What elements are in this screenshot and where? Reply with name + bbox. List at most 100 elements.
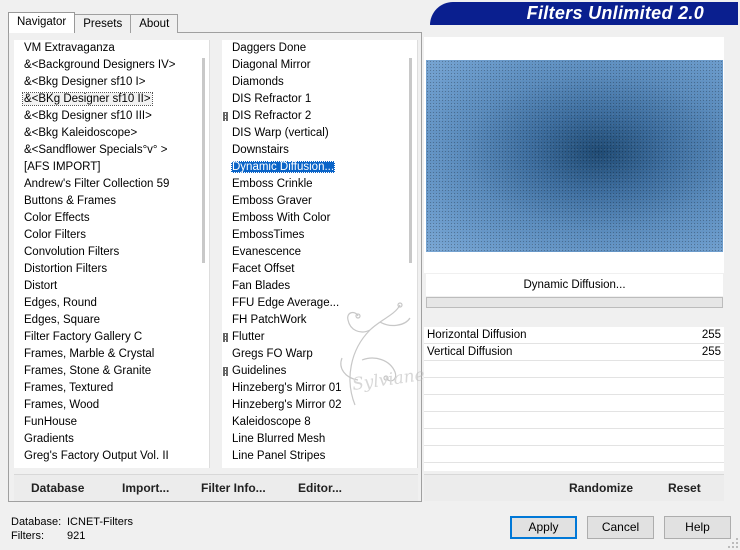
parameter-row	[424, 361, 724, 378]
watermark: Sylviane	[300, 300, 460, 420]
status-filters: Filters: 921	[11, 530, 85, 542]
filter-item[interactable]: Fan Blades	[222, 278, 417, 295]
filter-item[interactable]: Downstairs	[222, 142, 417, 159]
filter-item[interactable]: Evanescence	[222, 244, 417, 261]
category-item[interactable]: &<Bkg Kaleidoscope>	[14, 125, 209, 142]
filter-info-button[interactable]: Filter Info...	[201, 481, 266, 495]
import-button[interactable]: Import...	[122, 481, 169, 495]
category-item[interactable]: Color Filters	[14, 227, 209, 244]
parameter-row	[424, 429, 724, 446]
tab-navigator[interactable]: Navigator	[8, 12, 76, 33]
filter-item-label: Daggers Done	[232, 42, 307, 54]
filter-item[interactable]: Diamonds	[222, 74, 417, 91]
filter-item[interactable]: Daggers Done	[222, 40, 417, 57]
parameter-row[interactable]: Horizontal Diffusion 255	[424, 327, 724, 344]
category-scrollbar[interactable]	[202, 58, 205, 263]
filter-item-label: Evanescence	[232, 246, 302, 258]
category-item-label: VM Extravaganza	[24, 42, 115, 54]
category-item[interactable]: &<Background Designers IV>	[14, 57, 209, 74]
filters-label: Filters:	[11, 530, 44, 542]
category-item[interactable]: [AFS IMPORT]	[14, 159, 209, 176]
category-item[interactable]: &<Bkg Designer sf10 I>	[14, 74, 209, 91]
category-item[interactable]: Gradients	[14, 431, 209, 448]
category-item[interactable]: Greg's Factory Output Vol. II	[14, 448, 209, 465]
status-database: Database: ICNET-Filters	[11, 516, 133, 528]
filter-item-label: DIS Refractor 1	[232, 93, 312, 105]
category-item[interactable]: &<Bkg Designer sf10 III>	[14, 108, 209, 125]
filter-item[interactable]: Dynamic Diffusion...	[222, 159, 417, 176]
category-item[interactable]: FunHouse	[14, 414, 209, 431]
category-item-label: Filter Factory Gallery C	[24, 331, 143, 343]
category-item-label: Frames, Stone & Granite	[24, 365, 152, 377]
category-item-label: &<BKg Designer sf10 II>	[22, 92, 153, 106]
category-item[interactable]: Frames, Marble & Crystal	[14, 346, 209, 363]
category-list[interactable]: VM Extravaganza &<Background Designers IV…	[14, 40, 210, 468]
category-item[interactable]: Edges, Round	[14, 295, 209, 312]
category-item[interactable]: Frames, Wood	[14, 397, 209, 414]
database-button[interactable]: Database	[31, 481, 84, 495]
filter-item[interactable]: Emboss Crinkle	[222, 176, 417, 193]
category-item-label: Color Effects	[24, 212, 90, 224]
filter-item[interactable]: Emboss Graver	[222, 193, 417, 210]
category-item[interactable]: Frames, Stone & Granite	[14, 363, 209, 380]
filter-item-label: EmbossTimes	[232, 229, 305, 241]
filter-scrollbar[interactable]	[409, 58, 412, 263]
category-item[interactable]: Distortion Filters	[14, 261, 209, 278]
filter-item[interactable]: Diagonal Mirror	[222, 57, 417, 74]
filter-item-label: Line Panel Stripes	[232, 450, 326, 462]
category-item[interactable]: Buttons & Frames	[14, 193, 209, 210]
progress-bar	[426, 297, 723, 308]
filter-item-label: Flutter	[232, 331, 265, 343]
filter-item[interactable]: EmbossTimes	[222, 227, 417, 244]
reset-button[interactable]: Reset	[668, 481, 701, 495]
filter-item[interactable]: Line Blurred Mesh	[222, 431, 417, 448]
editor-button[interactable]: Editor...	[298, 481, 342, 495]
category-item[interactable]: Andrew's Filter Collection 59	[14, 176, 209, 193]
parameter-row	[424, 395, 724, 412]
category-item[interactable]: Filter Factory Gallery C	[14, 329, 209, 346]
category-item-label: &<Bkg Designer sf10 I>	[24, 76, 146, 88]
category-item-label: Edges, Round	[24, 297, 97, 309]
category-item-label: Frames, Wood	[24, 399, 100, 411]
category-item-label: &<Bkg Designer sf10 III>	[24, 110, 152, 122]
resize-grip-icon[interactable]	[726, 536, 740, 550]
database-label: Database:	[11, 516, 62, 528]
preview-image	[426, 60, 723, 252]
filter-item[interactable]: DIS Refractor 2	[222, 108, 417, 125]
filter-item[interactable]: DIS Warp (vertical)	[222, 125, 417, 142]
category-item-label: Color Filters	[24, 229, 86, 241]
category-item[interactable]: Distort	[14, 278, 209, 295]
parameter-value[interactable]: 255	[702, 327, 721, 344]
category-item[interactable]: Frames, Textured	[14, 380, 209, 397]
parameter-list: Horizontal Diffusion 255 Vertical Diffusio…	[424, 327, 724, 471]
selected-filter-name: Dynamic Diffusion...	[426, 274, 723, 296]
apply-button[interactable]: Apply	[510, 516, 577, 539]
filter-item[interactable]: Emboss With Color	[222, 210, 417, 227]
category-item[interactable]: Convolution Filters	[14, 244, 209, 261]
category-item[interactable]: &<Sandflower Specials°v° >	[14, 142, 209, 159]
category-item[interactable]: Color Effects	[14, 210, 209, 227]
cancel-button[interactable]: Cancel	[587, 516, 654, 539]
parameter-row	[424, 412, 724, 429]
category-item-label: Greg's Factory Output Vol. II	[24, 450, 169, 462]
category-item[interactable]: &<BKg Designer sf10 II>	[14, 91, 209, 108]
category-item[interactable]: VM Extravaganza	[14, 40, 209, 57]
category-item-label: FunHouse	[24, 416, 78, 428]
randomize-button[interactable]: Randomize	[569, 481, 633, 495]
grip-icon	[223, 333, 228, 342]
filter-item[interactable]: DIS Refractor 1	[222, 91, 417, 108]
category-item-label: Frames, Textured	[24, 382, 114, 394]
filter-item-label: Facet Offset	[232, 263, 295, 275]
category-item[interactable]: Edges, Square	[14, 312, 209, 329]
filter-item-label: Fan Blades	[232, 280, 291, 292]
parameter-value[interactable]: 255	[702, 344, 721, 361]
tab-strip: Navigator Presets About	[8, 12, 179, 33]
help-button[interactable]: Help	[664, 516, 731, 539]
filter-item-label: Emboss Graver	[232, 195, 312, 207]
tab-presets[interactable]: Presets	[74, 14, 132, 33]
tab-about[interactable]: About	[130, 14, 179, 33]
filter-item[interactable]: Line Panel Stripes	[222, 448, 417, 465]
parameter-row[interactable]: Vertical Diffusion 255	[424, 344, 724, 361]
filter-item[interactable]: Facet Offset	[222, 261, 417, 278]
filter-item-label: Dynamic Diffusion...	[231, 161, 336, 173]
